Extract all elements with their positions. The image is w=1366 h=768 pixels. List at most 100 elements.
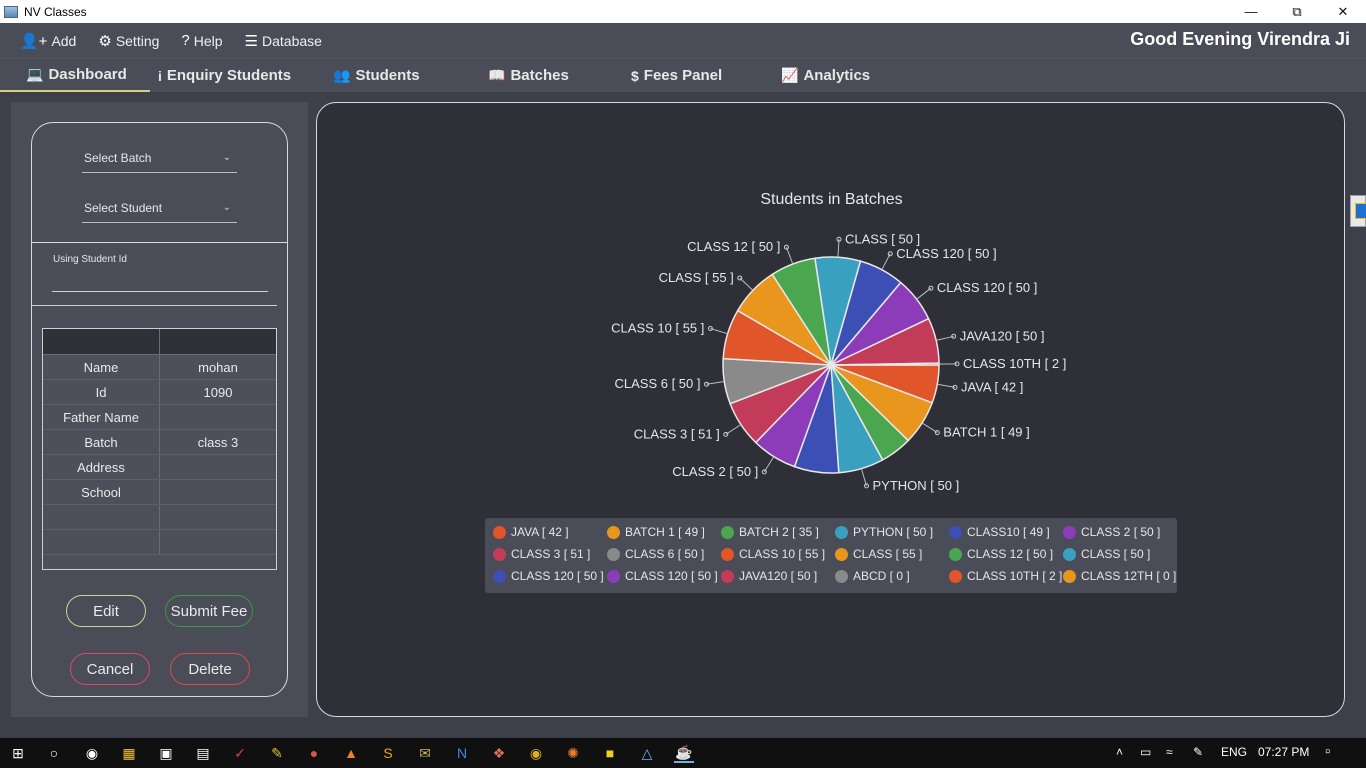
- minimize-button[interactable]: —: [1228, 0, 1274, 23]
- slice-label: CLASS 3 [ 51 ]: [634, 426, 720, 441]
- select-student-dropdown[interactable]: Select Student ⌄: [82, 193, 237, 223]
- windows-start-icon[interactable]: ⊞: [8, 743, 28, 763]
- wifi-icon[interactable]: ≈: [1166, 745, 1173, 759]
- slice-label: CLASS 6 [ 50 ]: [615, 376, 701, 391]
- legend-label: CLASS 10TH [ 2 ]: [967, 569, 1063, 583]
- callout-line: [937, 383, 956, 388]
- tab-dashboard[interactable]: 💻 Dashboard: [0, 59, 150, 92]
- table-row: Father Name: [43, 405, 276, 430]
- legend-dot-icon: [721, 525, 734, 539]
- notepad-icon[interactable]: N: [452, 743, 472, 763]
- tool-icon[interactable]: ✓: [230, 743, 250, 763]
- callout-line: [936, 335, 954, 341]
- laptop-icon: 💻: [26, 66, 44, 82]
- slice-label: BATCH 1 [ 49 ]: [943, 425, 1029, 440]
- table-row: Name mohan: [43, 355, 276, 380]
- greeting-text: Good Evening Virendra Ji: [1130, 29, 1350, 49]
- menu-add[interactable]: 👤+ Add: [20, 32, 76, 50]
- notification-icon[interactable]: ▫: [1325, 743, 1330, 760]
- maps-icon[interactable]: ◉: [82, 743, 102, 763]
- database-icon: ☰: [244, 32, 258, 50]
- settings-app-icon[interactable]: ✺: [563, 743, 583, 763]
- callout-line: [837, 239, 840, 258]
- pie-chart: JAVA [ 42 ] BATCH 1 [ 49 ] PYTHON [ 50 ] CL…: [611, 231, 1066, 493]
- legend-dot-icon: [949, 547, 962, 561]
- chart-panel: Students in Batches JAVA [ 42 ] BATCH 1 […: [316, 102, 1345, 717]
- callout-line: [710, 328, 728, 335]
- box-icon[interactable]: △: [637, 743, 657, 763]
- close-button[interactable]: ✕: [1320, 0, 1366, 23]
- slice-label: CLASS 2 [ 50 ]: [672, 464, 758, 479]
- select-batch-dropdown[interactable]: Select Batch ⌄: [82, 143, 237, 173]
- tab-analytics[interactable]: 📈 Analytics: [781, 59, 870, 92]
- app-icon[interactable]: ●: [304, 743, 324, 763]
- legend-label: CLASS 2 [ 50 ]: [1081, 525, 1161, 539]
- file-explorer-icon[interactable]: ▦: [119, 743, 139, 763]
- legend-item: BATCH 2 [ 35 ]: [721, 525, 819, 539]
- legend-item: CLASS 3 [ 51 ]: [493, 547, 590, 561]
- editor-icon[interactable]: ✎: [267, 743, 287, 763]
- legend-item: PYTHON [ 50 ]: [835, 525, 933, 539]
- legend-label: JAVA120 [ 50 ]: [739, 569, 818, 583]
- legend-label: CLASS 12TH [ 0 ]: [1081, 569, 1177, 583]
- terminal-icon[interactable]: ▤: [193, 743, 213, 763]
- app-window-icon[interactable]: ▣: [156, 743, 176, 763]
- student-id-input[interactable]: [52, 268, 268, 292]
- legend-dot-icon: [721, 569, 734, 583]
- vlc-icon[interactable]: ▲: [341, 743, 361, 763]
- search-icon[interactable]: ○: [44, 743, 64, 763]
- tab-students[interactable]: 👥 Students: [333, 59, 420, 92]
- legend-label: CLASS 120 [ 50 ]: [511, 569, 604, 583]
- delete-button[interactable]: Delete: [170, 653, 250, 685]
- submit-fee-button[interactable]: Submit Fee: [165, 595, 253, 627]
- legend-dot-icon: [1063, 525, 1076, 539]
- menu-setting[interactable]: ⚙ Setting: [98, 32, 159, 50]
- table-row: [43, 505, 276, 530]
- gear-icon: ⚙: [98, 32, 112, 50]
- legend-label: ABCD [ 0 ]: [853, 569, 910, 583]
- legend-dot-icon: [493, 525, 506, 539]
- tab-fees-panel[interactable]: $ Fees Panel: [631, 59, 722, 92]
- edit-button[interactable]: Edit: [66, 595, 146, 627]
- java-icon[interactable]: ☕: [674, 743, 694, 763]
- draw-icon[interactable]: ❖: [489, 743, 509, 763]
- legend-item: CLASS 12 [ 50 ]: [949, 547, 1053, 561]
- cancel-button[interactable]: Cancel: [70, 653, 150, 685]
- mail-icon[interactable]: ✉: [415, 743, 435, 763]
- clock[interactable]: 07:27 PM: [1258, 745, 1309, 759]
- legend-dot-icon: [949, 525, 962, 539]
- sublime-icon[interactable]: S: [378, 743, 398, 763]
- tab-enquiry-students[interactable]: i Enquiry Students: [158, 59, 291, 92]
- menu-database[interactable]: ☰ Database: [245, 32, 322, 50]
- legend-label: CLASS [ 50 ]: [1081, 547, 1151, 561]
- callout-line: [881, 253, 891, 270]
- side-dock-icon[interactable]: [1350, 195, 1366, 227]
- app-icon: [4, 5, 18, 18]
- restore-button[interactable]: ⧉: [1274, 0, 1320, 23]
- legend-dot-icon: [835, 525, 848, 539]
- tab-batches[interactable]: 📖 Batches: [488, 59, 569, 92]
- menu-help[interactable]: ? Help: [181, 32, 222, 49]
- table-row: Id 1090: [43, 380, 276, 405]
- language-indicator[interactable]: ENG: [1221, 745, 1247, 759]
- table-row: Batch class 3: [43, 430, 276, 455]
- title-bar: NV Classes — ⧉ ✕: [0, 0, 1366, 23]
- divider: [32, 305, 277, 306]
- sticky-notes-icon[interactable]: ■: [600, 743, 620, 763]
- chrome-icon[interactable]: ◉: [526, 743, 546, 763]
- callout-line: [860, 468, 867, 487]
- chart-legend: JAVA [ 42 ] BATCH 1 [ 49 ] BATCH 2 [ 35 ] P…: [485, 518, 1177, 593]
- legend-label: CLASS10 [ 49 ]: [967, 525, 1050, 539]
- tray-chevron-up-icon[interactable]: ˄: [1116, 745, 1123, 759]
- slice-label: CLASS [ 55 ]: [659, 270, 734, 285]
- legend-item: CLASS 120 [ 50 ]: [493, 569, 604, 583]
- table-row: Address: [43, 455, 276, 480]
- callout-line: [785, 247, 794, 265]
- dollar-icon: $: [631, 67, 639, 84]
- legend-label: BATCH 2 [ 35 ]: [739, 525, 819, 539]
- taskbar: ⊞ ○ ◉ ▦ ▣ ▤ ✓ ✎ ● ▲ S ✉ N ❖ ◉ ✺ ■ △ ☕ ˄ …: [0, 738, 1366, 768]
- legend-item: CLASS 6 [ 50 ]: [607, 547, 704, 561]
- table-row: [43, 530, 276, 555]
- student-id-label: Using Student Id: [53, 254, 127, 265]
- pen-icon[interactable]: ✎: [1193, 745, 1203, 759]
